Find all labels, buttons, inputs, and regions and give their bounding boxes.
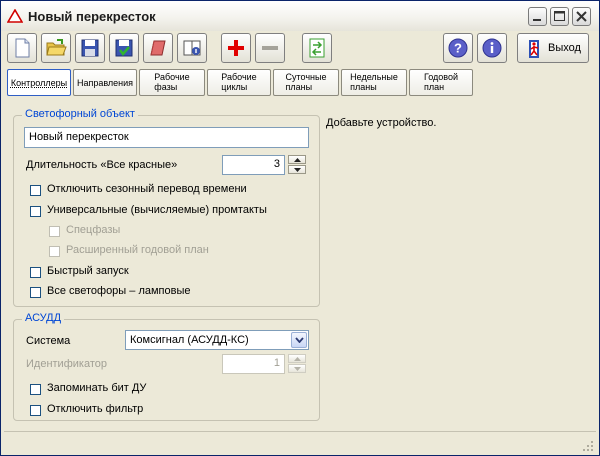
checkbox-special-phases[interactable] bbox=[49, 226, 60, 237]
main-content: Светофорный объект Новый перекресток Дли… bbox=[4, 99, 596, 427]
all-red-label: Длительность «Все красные» bbox=[26, 159, 178, 171]
app-window: Новый перекресток ? Выход Контроллеры На… bbox=[0, 0, 600, 456]
all-red-duration-input[interactable]: 3 bbox=[222, 155, 285, 175]
traffic-object-legend: Светофорный объект bbox=[22, 108, 138, 120]
spin-down-button[interactable] bbox=[288, 165, 306, 174]
universal-intertact-label: Универсальные (вычисляемые) промтакты bbox=[47, 204, 267, 216]
device-info-button[interactable] bbox=[177, 33, 207, 63]
disable-filter-label: Отключить фильтр bbox=[47, 403, 144, 415]
floppy-disk-check-icon bbox=[115, 39, 133, 57]
book-info-icon bbox=[183, 40, 201, 56]
identifier-spinner[interactable] bbox=[288, 354, 306, 373]
tab-work-phases[interactable]: Рабочие фазы bbox=[139, 69, 205, 96]
identifier-input[interactable]: 1 bbox=[222, 354, 285, 374]
id-spin-down-button[interactable] bbox=[288, 364, 306, 373]
arrow-down-icon bbox=[293, 167, 301, 172]
resize-grip-icon[interactable] bbox=[582, 440, 594, 452]
exit-button[interactable]: Выход bbox=[517, 33, 589, 63]
identifier-label: Идентификатор bbox=[26, 358, 107, 370]
tab-yearly-plan[interactable]: Годовой план bbox=[409, 69, 473, 96]
system-label: Система bbox=[26, 335, 71, 347]
erase-button[interactable] bbox=[143, 33, 173, 63]
exit-label: Выход bbox=[548, 42, 581, 54]
add-button[interactable] bbox=[221, 33, 251, 63]
quick-start-label: Быстрый запуск bbox=[47, 265, 129, 277]
help-button[interactable]: ? bbox=[443, 33, 473, 63]
tab-bar: Контроллеры Направления Рабочие фазы Рабо… bbox=[1, 69, 599, 99]
chevron-down-icon bbox=[294, 337, 304, 343]
add-device-message: Добавьте устройство. bbox=[326, 117, 437, 129]
tab-daily-plans[interactable]: Суточные планы bbox=[273, 69, 339, 96]
asudd-group: АСУДД Система Комсигнал (АСУДД-КС) Идент… bbox=[13, 312, 320, 421]
toolbar: ? Выход bbox=[1, 31, 599, 69]
info-icon bbox=[482, 38, 502, 58]
close-button[interactable] bbox=[572, 7, 591, 26]
open-folder-icon bbox=[46, 39, 67, 56]
extended-yearly-plan-label: Расширенный годовой план bbox=[66, 244, 209, 256]
floppy-disk-icon bbox=[81, 39, 99, 57]
asudd-legend: АСУДД bbox=[22, 312, 65, 324]
warning-triangle-icon bbox=[7, 9, 23, 23]
new-document-icon bbox=[15, 38, 30, 58]
checkbox-disable-filter[interactable] bbox=[30, 405, 41, 416]
minimize-button[interactable] bbox=[528, 7, 547, 26]
eraser-icon bbox=[150, 40, 166, 56]
all-red-spinner[interactable] bbox=[288, 155, 306, 174]
plus-icon bbox=[228, 40, 244, 56]
compare-button[interactable] bbox=[302, 33, 332, 63]
arrow-down-icon bbox=[293, 366, 301, 371]
system-select[interactable]: Комсигнал (АСУДД-КС) bbox=[125, 330, 309, 350]
minimize-icon bbox=[533, 19, 541, 21]
window-title: Новый перекресток bbox=[28, 9, 156, 24]
close-icon bbox=[576, 11, 587, 22]
save-button[interactable] bbox=[75, 33, 105, 63]
checkbox-extended-yearly-plan[interactable] bbox=[49, 246, 60, 257]
about-button[interactable] bbox=[477, 33, 507, 63]
tab-directions[interactable]: Направления bbox=[73, 69, 137, 96]
checkbox-remember-du-bit[interactable] bbox=[30, 384, 41, 395]
status-bar bbox=[4, 431, 596, 454]
remember-du-bit-label: Запоминать бит ДУ bbox=[47, 382, 147, 394]
maximize-icon bbox=[554, 11, 565, 21]
tab-controllers[interactable]: Контроллеры bbox=[7, 69, 71, 96]
new-file-button[interactable] bbox=[7, 33, 37, 63]
exit-door-icon bbox=[529, 40, 539, 58]
tab-work-cycles[interactable]: Рабочие циклы bbox=[207, 69, 271, 96]
checkbox-seasonal-time[interactable] bbox=[30, 185, 41, 196]
tab-weekly-plans[interactable]: Недельные планы bbox=[341, 69, 407, 96]
id-spin-up-button[interactable] bbox=[288, 354, 306, 363]
checkbox-universal-intertact[interactable] bbox=[30, 206, 41, 217]
svg-text:?: ? bbox=[454, 41, 462, 56]
help-question-icon: ? bbox=[448, 38, 468, 58]
checkbox-quick-start[interactable] bbox=[30, 267, 41, 278]
spin-up-button[interactable] bbox=[288, 155, 306, 164]
checkbox-all-lamp[interactable] bbox=[30, 287, 41, 298]
save-as-button[interactable] bbox=[109, 33, 139, 63]
traffic-object-group: Светофорный объект Новый перекресток Дли… bbox=[13, 108, 320, 307]
maximize-button[interactable] bbox=[550, 7, 569, 26]
arrows-swap-icon bbox=[309, 38, 325, 58]
object-name-input[interactable]: Новый перекресток bbox=[24, 127, 309, 148]
dropdown-button[interactable] bbox=[291, 332, 307, 348]
all-lamp-label: Все светофоры – ламповые bbox=[47, 285, 191, 297]
open-file-button[interactable] bbox=[41, 33, 71, 63]
arrow-up-icon bbox=[293, 157, 301, 162]
arrow-up-icon bbox=[293, 356, 301, 361]
remove-button[interactable] bbox=[255, 33, 285, 63]
minus-icon bbox=[262, 46, 278, 50]
special-phases-label: Спецфазы bbox=[66, 224, 121, 236]
title-bar[interactable]: Новый перекресток bbox=[1, 1, 599, 32]
seasonal-time-label: Отключить сезонный перевод времени bbox=[47, 183, 247, 195]
